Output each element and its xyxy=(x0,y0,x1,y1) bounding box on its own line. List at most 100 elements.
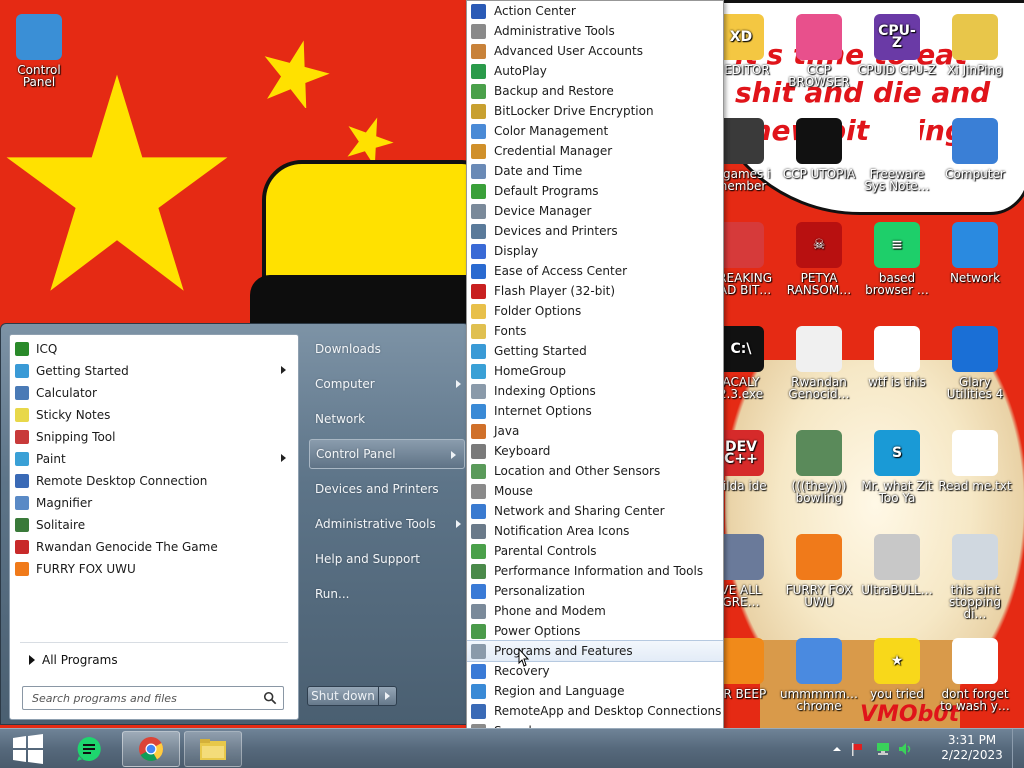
chevron-right-icon xyxy=(456,520,461,528)
xijinping-desktop-icon[interactable]: Xi JinPing xyxy=(936,14,1014,76)
you-tried-desktop-icon[interactable]: ★ you tried xyxy=(858,638,936,700)
show-hidden-icons-chevron-up-icon[interactable] xyxy=(830,742,844,756)
computer-desktop-icon[interactable]: Computer xyxy=(936,118,1014,180)
glary-utilities-desktop-icon[interactable]: Glary Utilities 4 xyxy=(936,326,1014,400)
cp-item-mouse[interactable]: Mouse xyxy=(467,481,723,501)
start-button[interactable] xyxy=(4,731,52,767)
program-snipping-tool[interactable]: Snipping Tool xyxy=(10,426,298,448)
cp-item-advanced-user-accounts[interactable]: Advanced User Accounts xyxy=(467,41,723,61)
cp-item-performance-information-and-tools[interactable]: Performance Information and Tools xyxy=(467,561,723,581)
cp-item-color-management[interactable]: Color Management xyxy=(467,121,723,141)
program-furry-fox[interactable]: FURRY FOX UWU xyxy=(10,558,298,580)
this-aint-stopping-desktop-icon[interactable]: this aint stopping di… xyxy=(936,534,1014,620)
ccp-browser-icon xyxy=(796,14,842,60)
chrome-desktop-icon[interactable]: ummmmm… chrome xyxy=(780,638,858,712)
cp-item-location-and-other-sensors[interactable]: Location and Other Sensors xyxy=(467,461,723,481)
shutdown-button[interactable]: Shut down xyxy=(307,686,379,706)
wtf-is-this-desktop-icon[interactable]: wtf is this xyxy=(858,326,936,388)
cpuid-desktop-icon[interactable]: CPU-Z CPUID CPU-Z xyxy=(858,14,936,76)
cp-item-flash-player-32-bit[interactable]: Flash Player (32-bit) xyxy=(467,281,723,301)
ccp-browser-desktop-icon[interactable]: CCP BROWSER xyxy=(780,14,858,88)
cp-item-label: Flash Player (32-bit) xyxy=(494,284,616,298)
rwandan-genocide-desktop-icon[interactable]: Rwandan Genocid… xyxy=(780,326,858,400)
program-remote-desktop[interactable]: Remote Desktop Connection xyxy=(10,470,298,492)
cp-item-parental-controls[interactable]: Parental Controls xyxy=(467,541,723,561)
taskbar-clock[interactable]: 3:31 PM 2/22/2023 xyxy=(930,733,1014,763)
personalization-icon xyxy=(471,584,486,599)
read-me-desktop-icon[interactable]: Read me.txt xyxy=(936,430,1014,492)
freeware-sys-note-desktop-icon[interactable]: Freeware Sys Note… xyxy=(858,118,936,192)
cp-item-recovery[interactable]: Recovery xyxy=(467,661,723,681)
cp-item-devices-and-printers[interactable]: Devices and Printers xyxy=(467,221,723,241)
ccp-utopia-desktop-icon[interactable]: CCP UTOPIA xyxy=(780,118,858,180)
taskbar-chrome[interactable] xyxy=(122,731,180,767)
cp-item-network-and-sharing-center[interactable]: Network and Sharing Center xyxy=(467,501,723,521)
they-bowling-desktop-icon[interactable]: (((they))) bowling xyxy=(780,430,858,504)
cp-item-bitlocker-drive-encryption[interactable]: BitLocker Drive Encryption xyxy=(467,101,723,121)
program-calculator[interactable]: Calculator xyxy=(10,382,298,404)
show-desktop-button[interactable] xyxy=(1012,729,1024,768)
cp-item-backup-and-restore[interactable]: Backup and Restore xyxy=(467,81,723,101)
cp-item-action-center[interactable]: Action Center xyxy=(467,1,723,21)
network-desktop-icon[interactable]: Network xyxy=(936,222,1014,284)
cp-item-administrative-tools[interactable]: Administrative Tools xyxy=(467,21,723,41)
network-icon[interactable] xyxy=(876,742,890,756)
cp-item-power-options[interactable]: Power Options xyxy=(467,621,723,641)
cp-item-phone-and-modem[interactable]: Phone and Modem xyxy=(467,601,723,621)
search-icon[interactable] xyxy=(263,691,277,705)
cp-item-programs-and-features[interactable]: Programs and Features xyxy=(467,640,723,662)
cp-item-indexing-options[interactable]: Indexing Options xyxy=(467,381,723,401)
place-run[interactable]: Run... xyxy=(301,579,469,609)
petya-desktop-icon[interactable]: ☠ PETYA RANSOM… xyxy=(780,222,858,296)
cp-item-folder-options[interactable]: Folder Options xyxy=(467,301,723,321)
desktop-icon-label: Glary Utilities 4 xyxy=(946,375,1004,401)
based-browser-desktop-icon[interactable]: ≡ based browser … xyxy=(858,222,936,296)
place-computer[interactable]: Computer xyxy=(301,369,469,399)
place-downloads[interactable]: Downloads xyxy=(301,334,469,364)
furry-fox-desktop-icon[interactable]: FURRY FOX UWU xyxy=(780,534,858,608)
start-search-box[interactable] xyxy=(22,686,284,710)
place-devices-printers[interactable]: Devices and Printers xyxy=(301,474,469,504)
place-label: Administrative Tools xyxy=(315,517,436,531)
program-getting-started[interactable]: Getting Started xyxy=(10,360,298,382)
cp-item-default-programs[interactable]: Default Programs xyxy=(467,181,723,201)
taskbar-based-browser[interactable] xyxy=(60,731,118,767)
cp-item-device-manager[interactable]: Device Manager xyxy=(467,201,723,221)
place-control-panel[interactable]: Control Panel xyxy=(309,439,465,469)
place-administrative-tools[interactable]: Administrative Tools xyxy=(301,509,469,539)
cp-item-fonts[interactable]: Fonts xyxy=(467,321,723,341)
action-center-flag-icon[interactable] xyxy=(850,742,864,756)
cp-item-credential-manager[interactable]: Credential Manager xyxy=(467,141,723,161)
cp-item-date-and-time[interactable]: Date and Time xyxy=(467,161,723,181)
control-panel-desktop-icon[interactable]: Control Panel xyxy=(0,14,78,88)
cp-item-keyboard[interactable]: Keyboard xyxy=(467,441,723,461)
cp-item-personalization[interactable]: Personalization xyxy=(467,581,723,601)
start-search-input[interactable] xyxy=(32,691,252,705)
cp-item-display[interactable]: Display xyxy=(467,241,723,261)
all-programs-button[interactable]: All Programs xyxy=(22,649,282,671)
cp-item-homegroup[interactable]: HomeGroup xyxy=(467,361,723,381)
cp-item-remoteapp-and-desktop-connections[interactable]: RemoteApp and Desktop Connections xyxy=(467,701,723,721)
place-help-support[interactable]: Help and Support xyxy=(301,544,469,574)
shutdown-options-button[interactable] xyxy=(379,686,397,706)
solitaire-icon xyxy=(15,518,29,532)
cp-item-ease-of-access-center[interactable]: Ease of Access Center xyxy=(467,261,723,281)
skype-desktop-icon[interactable]: S Mr. what Zit Too Ya xyxy=(858,430,936,504)
cp-item-java[interactable]: Java xyxy=(467,421,723,441)
cp-item-region-and-language[interactable]: Region and Language xyxy=(467,681,723,701)
program-sticky-notes[interactable]: Sticky Notes xyxy=(10,404,298,426)
program-paint[interactable]: Paint xyxy=(10,448,298,470)
program-icq[interactable]: ICQ xyxy=(10,338,298,360)
cp-item-notification-area-icons[interactable]: Notification Area Icons xyxy=(467,521,723,541)
place-network[interactable]: Network xyxy=(301,404,469,434)
program-solitaire[interactable]: Solitaire xyxy=(10,514,298,536)
taskbar-explorer[interactable] xyxy=(184,731,242,767)
ultrabull-desktop-icon[interactable]: UltraBULL… xyxy=(858,534,936,596)
dont-forget-desktop-icon[interactable]: dont forget to wash y… xyxy=(936,638,1014,712)
volume-icon[interactable] xyxy=(898,742,912,756)
cp-item-autoplay[interactable]: AutoPlay xyxy=(467,61,723,81)
program-magnifier[interactable]: Magnifier xyxy=(10,492,298,514)
cp-item-getting-started[interactable]: Getting Started xyxy=(467,341,723,361)
program-rwandan-genocide[interactable]: Rwandan Genocide The Game xyxy=(10,536,298,558)
cp-item-internet-options[interactable]: Internet Options xyxy=(467,401,723,421)
